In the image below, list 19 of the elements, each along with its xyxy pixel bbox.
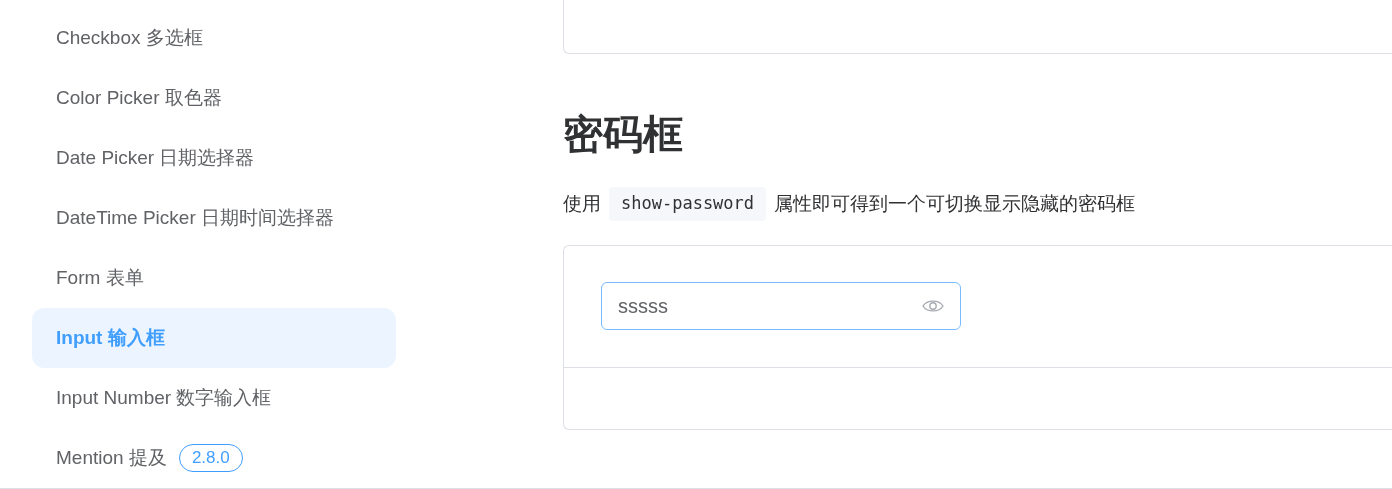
- sidebar-item[interactable]: Input Number 数字输入框: [32, 368, 396, 428]
- sidebar-item-label: Checkbox 多选框: [56, 25, 203, 50]
- sidebar-item[interactable]: DateTime Picker 日期时间选择器: [32, 188, 396, 248]
- sidebar-item-label: Input 输入框: [56, 325, 165, 350]
- sidebar-item-label: Input Number 数字输入框: [56, 385, 272, 410]
- section-description: 使用 show-password 属性即可得到一个可切换显示隐藏的密码框: [563, 187, 1392, 221]
- password-field[interactable]: sssss: [601, 281, 961, 330]
- sidebar-item-label: Color Picker 取色器: [56, 85, 222, 110]
- sidebar-item[interactable]: Checkbox 多选框: [32, 8, 396, 68]
- sidebar-item-label: Mention 提及: [56, 445, 167, 470]
- sidebar-item[interactable]: Form 表单: [32, 248, 396, 308]
- sidebar-item-label: DateTime Picker 日期时间选择器: [56, 205, 334, 230]
- sidebar-item[interactable]: Mention 提及 2.8.0: [32, 428, 396, 488]
- sidebar-item-label: Date Picker 日期选择器: [56, 145, 255, 170]
- eye-icon[interactable]: [922, 297, 944, 314]
- sidebar-item[interactable]: Date Picker 日期选择器: [32, 128, 396, 188]
- section-title: 密码框: [563, 111, 684, 158]
- sidebar-item[interactable]: Color Picker 取色器: [32, 68, 396, 128]
- sidebar-item-label: Form 表单: [56, 265, 144, 290]
